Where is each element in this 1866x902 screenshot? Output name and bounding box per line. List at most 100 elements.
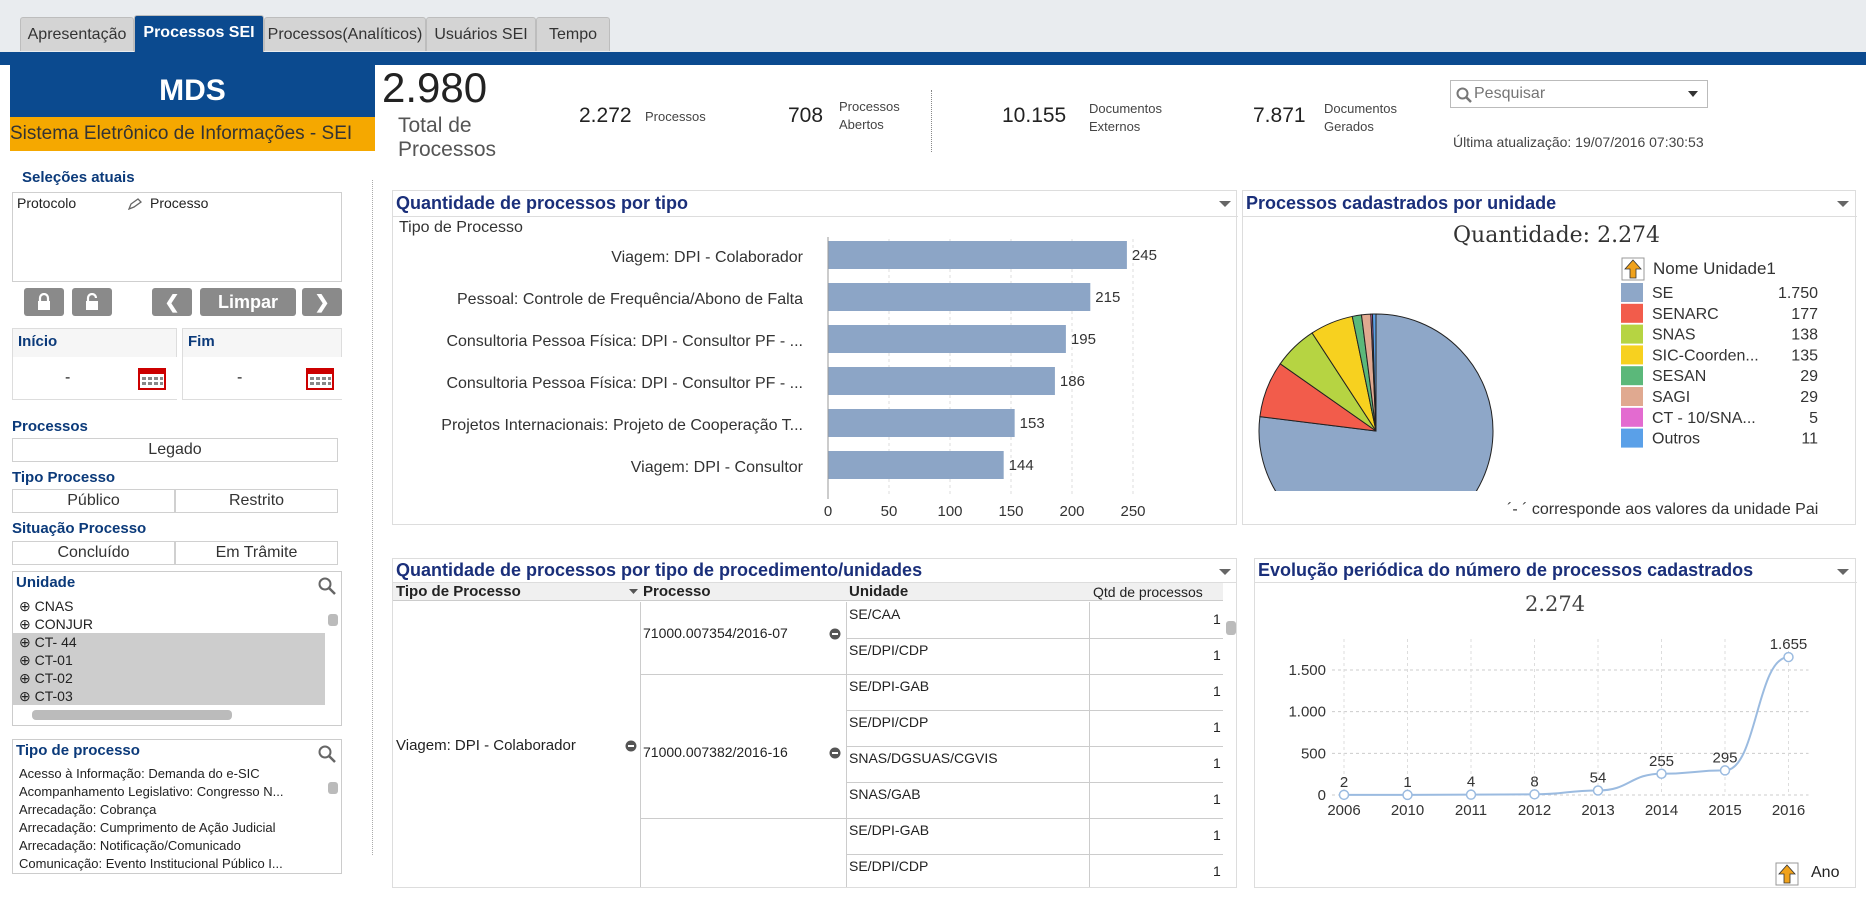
horizontal-scrollbar[interactable] — [16, 709, 326, 721]
qtd-cell: 1 — [1213, 647, 1221, 663]
unidade-item[interactable]: ⊕ CNAS — [13, 597, 325, 615]
search-input[interactable] — [1474, 84, 1674, 104]
start-date-value[interactable]: - — [65, 369, 70, 387]
line-point[interactable] — [1529, 789, 1540, 800]
line-point[interactable] — [1719, 765, 1731, 776]
tab-processos-sei[interactable]: Processos SEI — [134, 15, 264, 52]
forward-button[interactable]: ❯ — [302, 288, 342, 316]
unidade-item[interactable]: ⊕ CONJUR — [13, 615, 325, 633]
tipo-filter-restrito[interactable]: Restrito — [175, 489, 338, 513]
bar[interactable] — [828, 451, 1004, 479]
legend-label[interactable]: SESAN — [1652, 368, 1706, 385]
collapse-icon[interactable] — [829, 628, 841, 640]
unidade-cell: SE/DPI/CDP — [849, 642, 929, 658]
legend-label[interactable]: SENARC — [1652, 306, 1719, 323]
search-box[interactable] — [1450, 80, 1708, 108]
calendar-icon[interactable] — [306, 368, 334, 390]
pencil-icon[interactable] — [128, 198, 142, 210]
line-x-tick: 2016 — [1772, 802, 1805, 819]
bar-value-label: 153 — [1020, 415, 1045, 432]
line-value-label: 4 — [1467, 774, 1475, 791]
bar-chart-panel: Quantidade de processos por tipo Tipo de… — [392, 190, 1238, 525]
line-point[interactable] — [1592, 785, 1604, 796]
bar[interactable] — [828, 283, 1091, 311]
panel-menu-icon[interactable] — [1219, 569, 1231, 576]
lock-button[interactable] — [24, 288, 64, 316]
tab-usuarios-sei[interactable]: Usuários SEI — [426, 17, 536, 51]
chevron-down-icon[interactable] — [1688, 91, 1698, 98]
line-point[interactable] — [1338, 789, 1350, 801]
bar[interactable] — [828, 325, 1066, 353]
kpi-abertos-value: 708 — [788, 104, 824, 127]
panel-menu-icon[interactable] — [1837, 569, 1849, 576]
line-point[interactable] — [1656, 768, 1667, 779]
tab-tempo[interactable]: Tempo — [536, 17, 610, 51]
situacao-filter-em-tramite[interactable]: Em Trâmite — [175, 541, 338, 565]
unidade-item[interactable]: ⊕ CT-03 — [13, 687, 325, 705]
tipo-processo-item[interactable]: Arrecadação: Cobrança — [13, 801, 325, 819]
tipo-processo-item[interactable]: Arrecadação: Cumprimento de Ação Judicia… — [13, 819, 325, 837]
vertical-scrollbar[interactable] — [327, 768, 339, 868]
qtd-cell: 1 — [1213, 827, 1221, 843]
table-scrollbar[interactable] — [1225, 609, 1236, 879]
tipo-processo-item[interactable]: Acesso à Informação: Demanda do e-SIC — [13, 765, 325, 783]
line-point[interactable] — [1465, 789, 1477, 800]
tipo-processo-item[interactable]: Acompanhamento Legislativo: Congresso N.… — [13, 783, 325, 801]
line-x-dimension: Ano — [1811, 864, 1840, 881]
situacao-filter-concluido[interactable]: Concluído — [12, 541, 175, 565]
kpi-total-value: 2.980 — [382, 64, 488, 111]
panel-menu-icon[interactable] — [1837, 201, 1849, 208]
bar-category-label: Consultoria Pessoa Física: DPI - Consult… — [446, 375, 803, 392]
processo-cell: 71000.007382/2016-16 — [643, 744, 788, 760]
unidade-item[interactable]: ⊕ CT- 44 — [13, 633, 325, 651]
processos-filter-legado[interactable]: Legado — [12, 438, 338, 462]
end-date-value[interactable]: - — [237, 369, 242, 387]
search-icon[interactable] — [318, 577, 336, 595]
back-button[interactable]: ❮ — [152, 288, 192, 316]
bar-x-tick: 250 — [1120, 503, 1145, 520]
tab-apresentacao[interactable]: Apresentação — [20, 17, 134, 51]
legend-label[interactable]: CT - 10/SNA... — [1652, 410, 1756, 427]
col-header-unidade[interactable]: Unidade — [849, 583, 908, 600]
legend-label[interactable]: SAGI — [1652, 389, 1690, 406]
clear-button[interactable]: Limpar — [200, 288, 296, 316]
tipo-processo-item[interactable]: Arrecadação: Notificação/Comunicado — [13, 837, 325, 855]
line-point[interactable] — [1783, 651, 1794, 663]
vertical-scrollbar[interactable] — [327, 600, 339, 700]
col-header-processo[interactable]: Processo — [643, 583, 711, 600]
collapse-icon[interactable] — [625, 740, 637, 752]
pie-chart: SE 1.750 SENARC 177 SNAS 138 SIC-Coorden... 135… — [1258, 283, 1818, 491]
line-point[interactable] — [1402, 789, 1413, 801]
sort-icon[interactable] — [629, 589, 638, 595]
unlock-button[interactable] — [72, 288, 112, 316]
tab-processos-analiticos[interactable]: Processos(Analíticos) — [264, 17, 426, 51]
search-icon[interactable] — [318, 745, 336, 763]
col-header-tipo[interactable]: Tipo de Processo — [396, 583, 521, 600]
collapse-icon[interactable] — [829, 747, 841, 759]
qtd-cell: 1 — [1213, 719, 1221, 735]
unidade-title: Unidade — [16, 574, 76, 591]
unidade-item[interactable]: ⊕ CT-02 — [13, 669, 325, 687]
legend-label[interactable]: Outros — [1652, 431, 1700, 448]
line-value-label: 1.655 — [1770, 636, 1808, 653]
unlock-icon — [86, 292, 98, 310]
unidade-item[interactable]: ⊕ CT-01 — [13, 651, 325, 669]
line-value-label: 54 — [1590, 770, 1607, 787]
bar[interactable] — [828, 409, 1015, 437]
tipo-filter-publico[interactable]: Público — [12, 489, 175, 513]
bar[interactable] — [828, 367, 1055, 395]
legend-label[interactable]: SIC-Coorden... — [1652, 347, 1759, 364]
panel-menu-icon[interactable] — [1219, 201, 1231, 208]
situacao-filter-title: Situação Processo — [12, 520, 147, 537]
col-header-qtd[interactable]: Qtd de processos — [1093, 584, 1203, 600]
tipo-processo-item[interactable]: Comunicação: Evento Institucional Públic… — [13, 855, 325, 873]
line-x-tick: 2014 — [1645, 802, 1678, 819]
unidade-cell: SE/DPI/CDP — [849, 858, 929, 874]
table-header: Tipo de Processo Processo Unidade Qtd de… — [393, 583, 1223, 601]
calendar-icon[interactable] — [138, 368, 166, 390]
bar[interactable] — [828, 241, 1127, 269]
drill-up-icon[interactable] — [1775, 862, 1799, 886]
legend-label[interactable]: SNAS — [1652, 327, 1696, 344]
legend-label[interactable]: SE — [1652, 285, 1673, 302]
table-panel: Quantidade de processos por tipo de proc… — [392, 558, 1237, 888]
